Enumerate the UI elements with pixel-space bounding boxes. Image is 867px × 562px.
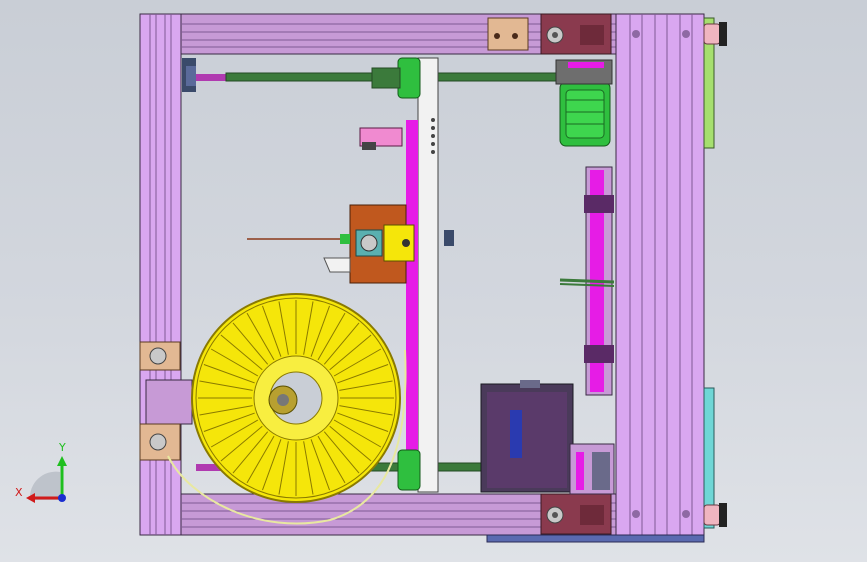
right-vertical-slide	[559, 166, 615, 396]
right-frame-profile	[615, 13, 705, 536]
triad-y-axis-label: Y	[59, 441, 66, 454]
lower-right-guide-assembly	[569, 443, 615, 495]
stepper-motor	[555, 59, 613, 147]
cad-viewport[interactable]: Y X	[0, 0, 867, 562]
top-rail-coupling	[371, 57, 421, 99]
sensor-bracket	[359, 127, 403, 150]
leveling-foot-top	[703, 22, 727, 46]
cad-model-assembly[interactable]	[0, 0, 867, 562]
coordinate-triad-icon	[26, 456, 67, 503]
bottom-right-corner-bracket	[540, 493, 612, 535]
bottom-rail-coupling	[397, 449, 421, 491]
triad-x-axis-label: X	[15, 486, 23, 499]
control-box	[480, 380, 574, 493]
leveling-foot-bottom	[703, 503, 727, 527]
top-right-corner-bracket	[540, 13, 612, 55]
bottom-base-plate	[486, 534, 705, 543]
vertical-linear-rail	[406, 57, 439, 493]
filament-spool	[191, 293, 401, 503]
top-tan-block	[487, 17, 529, 51]
spool-holder-bracket	[139, 341, 193, 461]
